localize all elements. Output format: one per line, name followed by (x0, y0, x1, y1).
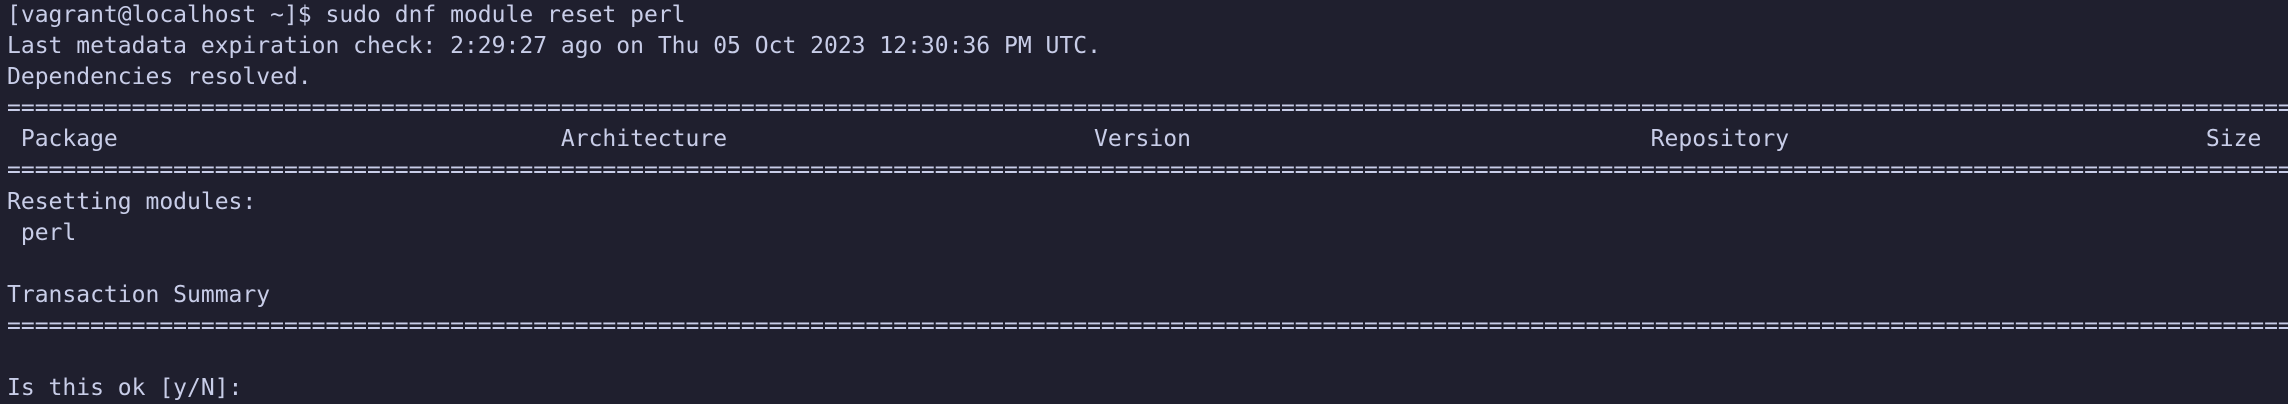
separator: ========================================… (7, 312, 2288, 339)
header-repository: Repository (1650, 126, 1790, 153)
section-title: Resetting modules: (7, 188, 257, 215)
separator: ========================================… (7, 157, 2288, 184)
terminal-window[interactable]: [vagrant@localhost ~]$ sudo dnf module r… (0, 0, 2288, 404)
metadata-line: Last metadata expiration check: 2:29:27 … (7, 33, 1101, 60)
table-header-row: Package Architecture Version Repository … (7, 124, 2288, 155)
module-name: perl (20, 219, 77, 246)
header-architecture: Architecture (560, 126, 728, 153)
dependencies-line: Dependencies resolved. (7, 64, 312, 91)
header-package: Package (20, 126, 118, 153)
confirm-prompt[interactable]: Is this ok [y/N]: (7, 373, 2288, 404)
summary-title: Transaction Summary (7, 281, 271, 308)
header-size: Size (2205, 126, 2262, 153)
header-version: Version (1094, 126, 1191, 153)
command-line: [vagrant@localhost ~]$ sudo dnf module r… (7, 2, 686, 28)
separator: ========================================… (7, 95, 2288, 122)
